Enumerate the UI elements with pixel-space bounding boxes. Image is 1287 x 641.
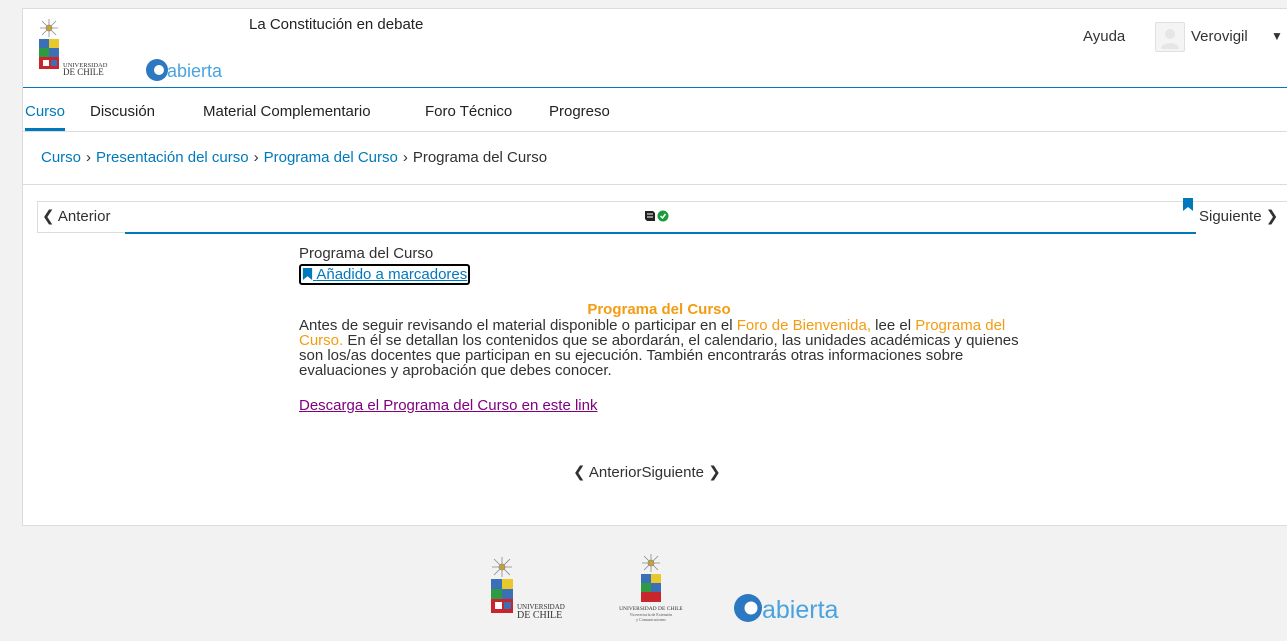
- star-icon: [492, 557, 512, 577]
- intro-paragraph: Antes de seguir revisando el material di…: [299, 318, 1019, 378]
- user-avatar[interactable]: [1155, 22, 1185, 52]
- header: UNIVERSIDAD DE CHILE abierta La Constitu…: [23, 9, 1287, 88]
- breadcrumb-separator: ›: [86, 149, 92, 166]
- prev-label: Anterior: [57, 208, 111, 225]
- tab-discusion[interactable]: Discusión: [90, 103, 155, 128]
- svg-text:abierta: abierta: [167, 61, 223, 81]
- username[interactable]: Verovigil: [1191, 28, 1248, 45]
- breadcrumb-separator: ›: [253, 149, 259, 166]
- star-icon: [642, 554, 660, 572]
- sequence-prev-button[interactable]: ❮ Anterior: [37, 201, 130, 233]
- bottom-next-button[interactable]: Siguiente ❯: [641, 464, 720, 481]
- bottom-prev-label: Anterior: [588, 464, 642, 481]
- bottom-next-label: Siguiente: [641, 464, 705, 481]
- course-page: UNIVERSIDAD DE CHILE abierta La Constitu…: [22, 8, 1287, 526]
- sequence-next-button[interactable]: Siguiente ❯: [1197, 201, 1287, 232]
- chevron-left-icon: ❮: [573, 464, 586, 481]
- sequence-nav: ❮ Anterior Siguiente ❯: [37, 198, 1287, 234]
- breadcrumb: Curso › Presentación del curso › Programa de…: [41, 149, 547, 166]
- paragraph-text: En él se detallan los contenidos que se …: [299, 332, 1019, 379]
- tab-progreso[interactable]: Progreso: [549, 103, 610, 128]
- breadcrumb-curso[interactable]: Curso: [41, 149, 81, 166]
- footer-universidad-de-chile-logo[interactable]: UNIVERSIDAD DE CHILE: [488, 555, 582, 621]
- svg-text:abierta: abierta: [762, 596, 839, 624]
- star-icon: [40, 19, 58, 37]
- course-tabs: Curso Discusión Material Complementario …: [23, 89, 1287, 132]
- section-heading: Programa del Curso: [587, 301, 731, 318]
- tab-foro-tecnico[interactable]: Foro Técnico: [425, 103, 512, 128]
- footer-abierta-logo[interactable]: abierta: [732, 592, 858, 624]
- bookmark-icon: [1183, 198, 1193, 211]
- footer-vicerrectoria-logo[interactable]: UNIVERSIDAD DE CHILE Vicerrectoría de Ex…: [596, 552, 706, 624]
- abierta-logo[interactable]: abierta: [145, 57, 237, 83]
- svg-text:DE CHILE: DE CHILE: [63, 67, 104, 77]
- breadcrumb-current: Programa del Curso: [412, 149, 548, 166]
- check-circle-icon: [657, 210, 669, 222]
- svg-text:y Comunicaciones: y Comunicaciones: [636, 617, 666, 622]
- universidad-de-chile-logo[interactable]: UNIVERSIDAD DE CHILE: [37, 17, 127, 79]
- bookmark-icon: [302, 268, 313, 280]
- sequence-tab-bar: [125, 201, 1196, 234]
- bottom-prev-button[interactable]: ❮ Anterior: [573, 464, 641, 481]
- divider: [23, 184, 1287, 185]
- caret-down-icon[interactable]: ▼: [1271, 29, 1283, 43]
- help-link[interactable]: Ayuda: [1083, 28, 1125, 45]
- chevron-right-icon: ❯: [708, 464, 721, 481]
- chevron-left-icon: ❮: [42, 208, 55, 225]
- book-icon: [645, 211, 655, 221]
- next-label: Siguiente: [1199, 208, 1262, 225]
- tab-material-complementario[interactable]: Material Complementario: [203, 103, 371, 128]
- unit-content: Programa del Curso Añadido a marcadores …: [299, 245, 1019, 415]
- svg-text:DE CHILE: DE CHILE: [517, 610, 562, 621]
- course-title: La Constitución en debate: [249, 16, 424, 33]
- breadcrumb-programa[interactable]: Programa del Curso: [264, 149, 398, 166]
- breadcrumb-presentacion[interactable]: Presentación del curso: [96, 149, 249, 166]
- breadcrumb-separator: ›: [402, 149, 408, 166]
- tab-curso[interactable]: Curso: [25, 103, 66, 131]
- sequence-unit-tab[interactable]: [643, 209, 671, 226]
- download-program-link[interactable]: Descarga el Programa del Curso en este l…: [299, 397, 597, 414]
- unit-title: Programa del Curso: [299, 245, 434, 262]
- bottom-sequence-nav: ❮ AnteriorSiguiente ❯: [573, 463, 721, 481]
- bookmark-label: Añadido a marcadores: [316, 266, 468, 283]
- user-icon: [1161, 29, 1179, 49]
- chevron-right-icon: ❯: [1265, 208, 1279, 225]
- bookmark-button[interactable]: Añadido a marcadores: [299, 264, 471, 285]
